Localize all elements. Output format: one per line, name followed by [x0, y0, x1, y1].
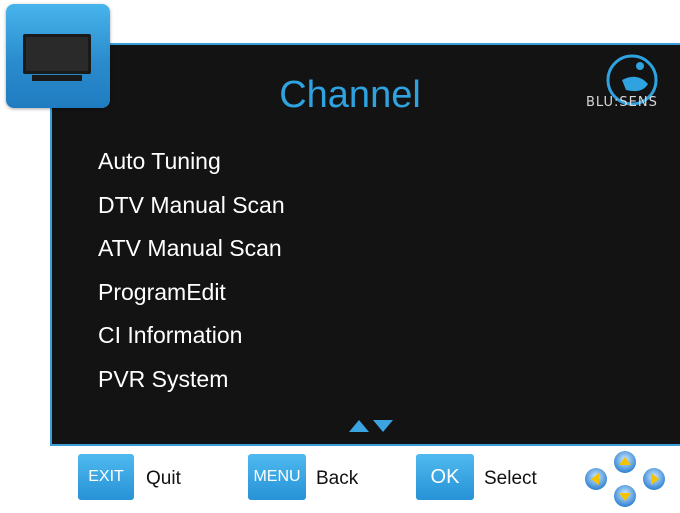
- menu-item-program-edit[interactable]: ProgramEdit: [98, 276, 285, 320]
- menu-item-auto-tuning[interactable]: Auto Tuning: [98, 145, 285, 189]
- dpad-icon: [583, 450, 667, 508]
- back-label: Back: [316, 468, 359, 489]
- menu-item-atv-manual-scan[interactable]: ATV Manual Scan: [98, 232, 285, 276]
- menu-item-pvr-system[interactable]: PVR System: [98, 363, 285, 407]
- scroll-up-down-icon: [349, 418, 397, 434]
- quit-label: Quit: [146, 468, 181, 489]
- menu-title: Channel: [279, 74, 421, 116]
- ok-key-button[interactable]: OK: [416, 454, 474, 500]
- exit-key-button[interactable]: EXIT: [78, 454, 134, 500]
- menu-item-dtv-manual-scan[interactable]: DTV Manual Scan: [98, 189, 285, 233]
- menu-item-ci-information[interactable]: CI Information: [98, 319, 285, 363]
- brand-name: BLU:SENS: [586, 95, 658, 110]
- tv-icon: [6, 4, 110, 108]
- menu-key-button[interactable]: MENU: [248, 454, 306, 500]
- channel-menu-list: Auto Tuning DTV Manual Scan ATV Manual S…: [98, 145, 285, 407]
- footer-key-bar: EXIT Quit MENU Back OK Select: [0, 448, 680, 511]
- select-label: Select: [484, 468, 537, 489]
- brand-logo: BLU:SENS: [582, 50, 680, 116]
